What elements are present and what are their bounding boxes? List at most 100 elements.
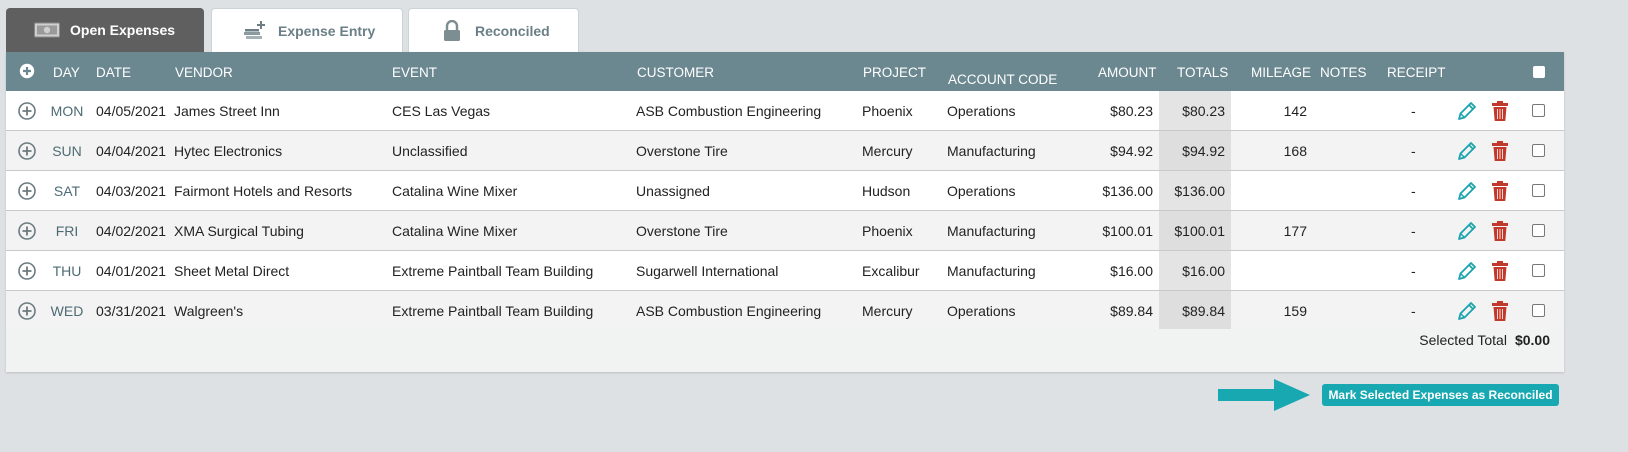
edit-pencil-icon[interactable] xyxy=(1456,140,1478,162)
cell-account-code: Operations xyxy=(947,103,1016,119)
cell-project: Phoenix xyxy=(862,103,913,119)
cell-day: THU xyxy=(52,263,82,279)
add-expense-icon[interactable] xyxy=(18,62,38,82)
table-header: DAY DATE VENDOR EVENT CUSTOMER PROJECT A… xyxy=(6,52,1564,91)
cell-day: FRI xyxy=(55,223,79,239)
row-select-checkbox[interactable] xyxy=(1532,144,1545,157)
tab-expense-entry[interactable]: Expense Entry xyxy=(211,8,403,52)
delete-trash-icon[interactable] xyxy=(1491,300,1511,322)
cell-project: Mercury xyxy=(862,143,913,159)
header-notes: NOTES xyxy=(1320,65,1367,80)
table-row: WED 03/31/2021 Walgreen's Extreme Paintball… xyxy=(6,291,1564,329)
delete-trash-icon[interactable] xyxy=(1491,180,1511,202)
edit-pencil-icon[interactable] xyxy=(1456,180,1478,202)
edit-pencil-icon[interactable] xyxy=(1456,260,1478,282)
tab-reconciled[interactable]: Reconciled xyxy=(408,8,579,52)
row-select-checkbox[interactable] xyxy=(1532,304,1545,317)
cell-vendor: Sheet Metal Direct xyxy=(174,263,290,279)
expand-row-icon[interactable] xyxy=(17,301,37,321)
cell-account-code: Manufacturing xyxy=(947,223,1036,239)
header-customer: CUSTOMER xyxy=(637,65,715,80)
cell-receipt: - xyxy=(1411,143,1416,159)
cell-customer: Unassigned xyxy=(636,183,710,199)
table-row: THU 04/01/2021 Sheet Metal Direct Extreme P… xyxy=(6,251,1564,291)
delete-trash-icon[interactable] xyxy=(1491,220,1511,242)
header-receipt: RECEIPT xyxy=(1387,65,1446,80)
edit-pencil-icon[interactable] xyxy=(1456,220,1478,242)
cell-customer: Sugarwell International xyxy=(636,263,779,279)
mark-reconciled-button[interactable]: Mark Selected Expenses as Reconciled xyxy=(1322,384,1559,406)
expand-row-icon[interactable] xyxy=(17,221,37,241)
cell-day: MON xyxy=(50,103,84,119)
header-amount: AMOUNT xyxy=(1098,65,1157,80)
cell-event: Extreme Paintball Team Building xyxy=(392,263,594,279)
delete-trash-icon[interactable] xyxy=(1491,100,1511,122)
header-day: DAY xyxy=(53,65,80,80)
row-select-checkbox[interactable] xyxy=(1532,184,1545,197)
cell-date: 03/31/2021 xyxy=(96,303,167,319)
selected-total: Selected Total $0.00 xyxy=(1419,332,1550,348)
edit-pencil-icon[interactable] xyxy=(1456,100,1478,122)
cell-account-code: Manufacturing xyxy=(947,263,1036,279)
expand-row-icon[interactable] xyxy=(17,261,37,281)
cell-date: 04/01/2021 xyxy=(96,263,167,279)
cell-receipt: - xyxy=(1411,303,1416,319)
header-vendor: VENDOR xyxy=(175,65,233,80)
row-select-checkbox[interactable] xyxy=(1532,104,1545,117)
header-project: PROJECT xyxy=(863,65,927,80)
cell-amount: $136.00 xyxy=(1102,183,1153,199)
delete-trash-icon[interactable] xyxy=(1491,260,1511,282)
expand-row-icon[interactable] xyxy=(17,101,37,121)
delete-trash-icon[interactable] xyxy=(1491,140,1511,162)
cell-event: Catalina Wine Mixer xyxy=(392,223,518,239)
table-row: SAT 04/03/2021 Fairmont Hotels and Resorts… xyxy=(6,171,1564,211)
cell-vendor: Fairmont Hotels and Resorts xyxy=(174,183,353,199)
cell-mileage: 177 xyxy=(1283,223,1307,239)
cell-receipt: - xyxy=(1411,263,1416,279)
cell-amount: $100.01 xyxy=(1102,223,1153,239)
expand-row-icon[interactable] xyxy=(17,141,37,161)
cell-event: CES Las Vegas xyxy=(392,103,491,119)
cell-total: $136.00 xyxy=(1174,183,1225,199)
cell-project: Mercury xyxy=(862,303,913,319)
lock-icon xyxy=(439,19,465,42)
table-body: MON 04/05/2021 James Street Inn CES Las Veg… xyxy=(6,91,1564,329)
cell-date: 04/05/2021 xyxy=(96,103,167,119)
select-all-checkbox[interactable] xyxy=(1533,66,1545,78)
cell-day: WED xyxy=(50,303,84,319)
cell-customer: Overstone Tire xyxy=(636,223,728,239)
cell-amount: $16.00 xyxy=(1110,263,1153,279)
tab-open-expenses[interactable]: Open Expenses xyxy=(6,8,204,52)
cell-customer: Overstone Tire xyxy=(636,143,728,159)
row-select-checkbox[interactable] xyxy=(1532,224,1545,237)
cell-account-code: Manufacturing xyxy=(947,143,1036,159)
cell-vendor: Walgreen's xyxy=(174,303,244,319)
cell-vendor: Hytec Electronics xyxy=(174,143,283,159)
cell-date: 04/02/2021 xyxy=(96,223,167,239)
cell-date: 04/04/2021 xyxy=(96,143,167,159)
cell-total: $94.92 xyxy=(1182,143,1225,159)
header-account-code: ACCOUNT CODE xyxy=(948,72,1058,87)
cell-customer: ASB Combustion Engineering xyxy=(636,103,822,119)
cell-receipt: - xyxy=(1411,183,1416,199)
cell-receipt: - xyxy=(1411,103,1416,119)
cell-project: Phoenix xyxy=(862,223,913,239)
cell-vendor: James Street Inn xyxy=(174,103,280,119)
cell-event: Unclassified xyxy=(392,143,468,159)
cell-project: Excalibur xyxy=(862,263,920,279)
selected-total-value: $0.00 xyxy=(1514,332,1550,348)
row-select-checkbox[interactable] xyxy=(1532,264,1545,277)
edit-pencil-icon[interactable] xyxy=(1456,300,1478,322)
cell-day: SAT xyxy=(53,183,81,199)
tab-label: Reconciled xyxy=(475,22,550,39)
table-row: SUN 04/04/2021 Hytec Electronics Unclassifi… xyxy=(6,131,1564,171)
selected-total-label: Selected Total xyxy=(1419,332,1507,348)
cell-account-code: Operations xyxy=(947,303,1016,319)
expand-row-icon[interactable] xyxy=(17,181,37,201)
tab-label: Open Expenses xyxy=(70,22,176,38)
cell-total: $16.00 xyxy=(1182,263,1225,279)
header-event: EVENT xyxy=(392,65,438,80)
cell-total: $89.84 xyxy=(1182,303,1225,319)
expenses-table: DAY DATE VENDOR EVENT CUSTOMER PROJECT A… xyxy=(6,52,1564,372)
cell-customer: ASB Combustion Engineering xyxy=(636,303,822,319)
